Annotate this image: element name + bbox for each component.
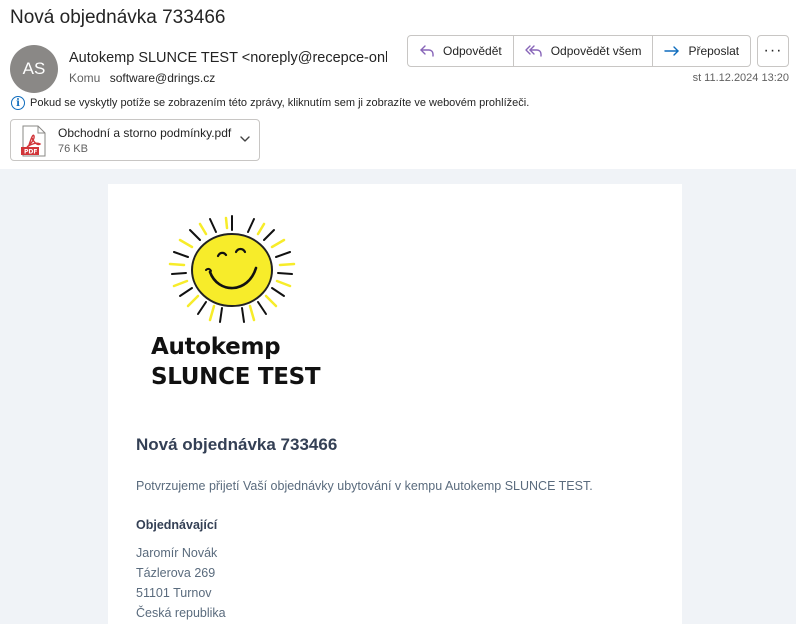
confirmation-text: Potvrzujeme přijetí Vaší objednávky ubyt…	[136, 479, 593, 493]
orderer-name: Jaromír Novák	[136, 546, 218, 560]
brand-line-1: Autokemp	[151, 334, 281, 360]
orderer-heading: Objednávající	[136, 518, 218, 532]
message-body: Autokemp SLUNCE TEST Nová objednávka 733…	[0, 169, 796, 624]
pdf-type-label: PDF	[24, 149, 37, 156]
more-actions-button[interactable]: ···	[757, 35, 789, 67]
attachment-card[interactable]: PDF Obchodní a storno podmínky.pdf 76 KB	[10, 119, 260, 161]
chevron-down-icon[interactable]	[239, 133, 251, 145]
forward-label: Přeposlat	[688, 44, 740, 58]
info-icon: i	[11, 96, 25, 110]
reply-icon	[420, 45, 434, 57]
attachment-name: Obchodní a storno podmínky.pdf	[58, 126, 232, 140]
reply-button[interactable]: Odpovědět	[408, 36, 514, 66]
to-address[interactable]: software@drings.cz	[110, 71, 216, 85]
pdf-file-icon: PDF	[21, 125, 46, 157]
message-date: st 11.12.2024 13:20	[692, 72, 789, 84]
forward-arrow-icon	[664, 46, 680, 56]
to-label: Komu	[69, 71, 101, 85]
brand-line-2: SLUNCE TEST	[151, 364, 321, 390]
sun-logo-icon	[168, 215, 296, 323]
attachment-size: 76 KB	[58, 143, 88, 155]
order-title: Nová objednávka 733466	[136, 435, 338, 454]
email-subject: Nová objednávka 733466	[10, 7, 226, 28]
message-actions: Odpovědět Odpovědět všem Přeposlat	[407, 35, 752, 67]
display-info-bar[interactable]: i Pokud se vyskytly potíže se zobrazením…	[11, 96, 529, 110]
sender-name[interactable]: Autokemp SLUNCE TEST <noreply@recepce-on…	[69, 50, 387, 66]
reply-all-icon	[525, 45, 542, 57]
reply-label: Odpovědět	[443, 44, 502, 58]
orderer-street: Tázlerova 269	[136, 566, 216, 580]
orderer-city: 51101 Turnov	[136, 586, 212, 600]
reply-all-label: Odpovědět všem	[550, 44, 642, 58]
recipients-row: Komu software@drings.cz	[69, 71, 215, 85]
info-text: Pokud se vyskytly potíže se zobrazením t…	[30, 97, 530, 109]
orderer-country: Česká republika	[136, 606, 226, 620]
sender-avatar[interactable]: AS	[10, 45, 58, 93]
message-card: Autokemp SLUNCE TEST Nová objednávka 733…	[108, 184, 682, 624]
forward-button[interactable]: Přeposlat	[653, 36, 750, 66]
more-icon: ···	[763, 42, 783, 59]
orderer-address: Jaromír Novák Tázlerova 269 51101 Turnov…	[136, 543, 226, 623]
reply-all-button[interactable]: Odpovědět všem	[514, 36, 654, 66]
brand-name: Autokemp SLUNCE TEST	[151, 332, 321, 392]
